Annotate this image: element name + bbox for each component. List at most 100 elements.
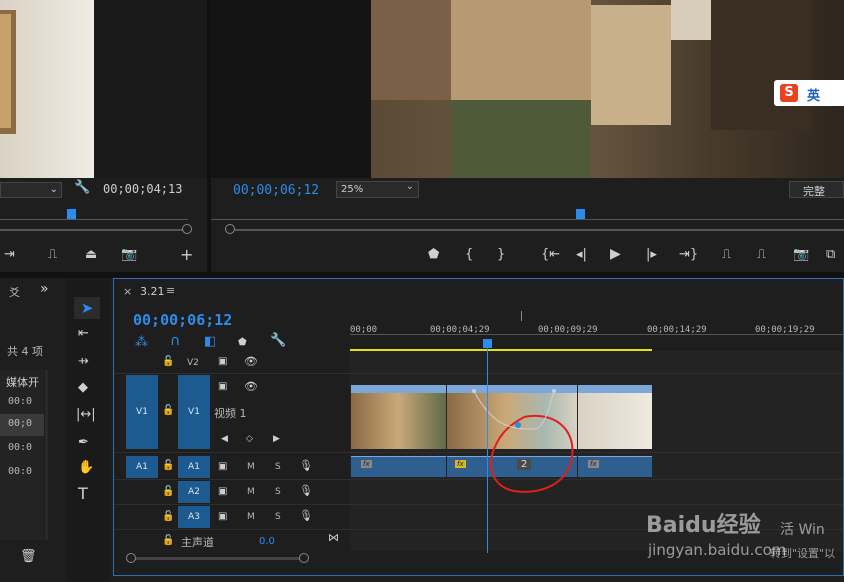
next-keyframe-icon[interactable]: ▶: [273, 432, 280, 446]
source-zoom-bar[interactable]: [0, 229, 190, 231]
microphone-icon[interactable]: 🎙: [299, 509, 313, 523]
lock-icon[interactable]: 🔓: [162, 534, 174, 548]
list-item[interactable]: 00;0: [0, 414, 44, 436]
project-panel: 爻 » 共 4 项 媒体开 00:0 00;0 00:0 00:0 🗑: [0, 278, 62, 582]
list-scrollbar[interactable]: [45, 370, 48, 540]
linked-selection-icon[interactable]: ∩: [170, 333, 180, 349]
lock-icon[interactable]: 🔓: [162, 355, 174, 369]
program-playhead[interactable]: [576, 209, 585, 219]
quality-label: 完整: [803, 185, 825, 198]
program-zoom-handle[interactable]: [225, 224, 235, 234]
microphone-icon[interactable]: 🎙: [299, 459, 313, 473]
panel-expand-icon[interactable]: »: [40, 281, 49, 297]
mute-button[interactable]: M: [247, 462, 255, 472]
wrench-icon[interactable]: 🔧: [74, 181, 90, 195]
video-clip-1[interactable]: fx 3.21.mp4 [V]: [351, 385, 446, 449]
timeline-playhead[interactable]: [483, 339, 492, 348]
slip-icon[interactable]: |↔|: [76, 408, 96, 422]
lift-icon[interactable]: ⏏: [85, 248, 97, 262]
toggle-output-icon[interactable]: ▣: [218, 510, 227, 524]
close-icon[interactable]: ×: [123, 285, 132, 298]
track-select-icon[interactable]: ⇤: [78, 327, 89, 341]
scroll-handle-left[interactable]: [126, 553, 136, 563]
compare-icon[interactable]: ⧉: [826, 248, 835, 262]
step-back-icon[interactable]: ◂|: [576, 248, 587, 262]
toggle-output-icon[interactable]: ▣: [218, 380, 227, 394]
quality-dropdown[interactable]: 完整: [789, 181, 844, 198]
program-timecode[interactable]: 00;00;06;12: [233, 183, 319, 198]
source-patch-a2[interactable]: A2: [178, 481, 210, 503]
toggle-output-icon[interactable]: ▣: [218, 460, 227, 474]
step-forward-icon[interactable]: |▸: [646, 248, 657, 262]
ime-indicator[interactable]: S 英: [774, 80, 844, 106]
toggle-output-icon[interactable]: ▣: [218, 485, 227, 499]
video-clip-3[interactable]: fx 3.21.mp4 [V]: [578, 385, 652, 449]
overwrite-icon[interactable]: ⇥: [4, 248, 15, 262]
mute-button[interactable]: M: [247, 512, 255, 522]
lock-icon[interactable]: 🔓: [162, 485, 174, 499]
scroll-handle-right[interactable]: [299, 553, 309, 563]
list-item[interactable]: 00:0: [0, 438, 44, 460]
audio-clip-3[interactable]: fx: [578, 456, 652, 477]
go-to-end-icon[interactable]: ⋈: [328, 531, 339, 545]
add-marker-icon[interactable]: ⬟: [238, 336, 247, 350]
add-marker-icon[interactable]: ⬟: [428, 248, 439, 262]
toggle-output-icon[interactable]: ▣: [218, 355, 227, 369]
solo-button[interactable]: S: [275, 487, 281, 497]
selection-tool-icon[interactable]: ➤: [74, 297, 100, 319]
snap-icon[interactable]: ⁂: [135, 335, 148, 350]
microphone-icon[interactable]: 🎙: [299, 484, 313, 498]
razor-icon[interactable]: ◆: [78, 381, 88, 395]
program-zoom-bar[interactable]: [235, 229, 844, 231]
timeline-scrollbar[interactable]: [134, 557, 306, 560]
prev-keyframe-icon[interactable]: ◀: [221, 432, 228, 446]
camera-icon[interactable]: 📷: [121, 248, 137, 262]
type-tool-icon[interactable]: T: [78, 486, 88, 502]
source-patch-v1[interactable]: V1: [178, 375, 210, 449]
source-patch-a1[interactable]: A1: [178, 456, 210, 478]
go-to-out-icon[interactable]: ⇥}: [679, 248, 698, 262]
list-item[interactable]: 00:0: [0, 392, 44, 414]
audio-clip-1[interactable]: fx: [351, 456, 446, 477]
add-button-icon[interactable]: +: [180, 247, 193, 263]
insert-overwrite-icon[interactable]: ◧: [204, 334, 216, 349]
lift-icon[interactable]: ⎍: [722, 248, 731, 262]
wrench-icon[interactable]: 🔧: [270, 334, 286, 348]
panel-menu-icon[interactable]: ≡: [166, 284, 175, 297]
source-timecode: 00;00;04;13: [103, 182, 183, 196]
time-ruler[interactable]: 00;00 00;00;04;29 00;00;09;29 00;00;14;2…: [350, 311, 843, 351]
list-item[interactable]: 00:0: [0, 462, 44, 484]
timeline-timecode[interactable]: 00;00;06;12: [133, 311, 232, 329]
track-target-a1[interactable]: A1: [126, 456, 158, 478]
eye-icon[interactable]: 👁: [244, 380, 258, 394]
source-patch-a3[interactable]: A3: [178, 506, 210, 528]
solo-button[interactable]: S: [275, 462, 281, 472]
ripple-edit-icon[interactable]: ⇸: [78, 355, 89, 369]
play-icon[interactable]: ▶: [610, 247, 621, 261]
extract-icon[interactable]: ⎍: [757, 248, 766, 262]
insert-icon[interactable]: ⎍: [48, 248, 57, 262]
program-monitor: S 英 00;00;06;12 25% ⌄ 完整 ⬟ { } {⇤ ◂| ▶ |…: [211, 0, 844, 272]
add-keyframe-icon[interactable]: ◇: [246, 432, 253, 446]
lock-icon[interactable]: 🔓: [162, 459, 174, 473]
source-fit-dropdown[interactable]: ⌄: [0, 182, 62, 198]
camera-icon[interactable]: 📷: [793, 248, 809, 262]
mark-in-icon[interactable]: {: [465, 248, 473, 262]
track-target-v1[interactable]: V1: [126, 375, 158, 449]
solo-button[interactable]: S: [275, 512, 281, 522]
mark-out-icon[interactable]: }: [497, 248, 505, 262]
hand-icon[interactable]: ✋: [78, 461, 94, 475]
go-to-in-icon[interactable]: {⇤: [541, 248, 560, 262]
lock-icon[interactable]: 🔓: [162, 404, 174, 418]
trash-icon[interactable]: 🗑: [20, 550, 37, 564]
eye-icon[interactable]: 👁: [244, 355, 258, 369]
sequence-tab[interactable]: 3.21: [140, 285, 165, 298]
lock-icon[interactable]: 🔓: [162, 510, 174, 524]
source-zoom-handle[interactable]: [182, 224, 192, 234]
zoom-dropdown[interactable]: 25% ⌄: [336, 181, 419, 198]
mute-button[interactable]: M: [247, 487, 255, 497]
pen-icon[interactable]: ✒: [78, 436, 89, 450]
project-tab[interactable]: 爻: [9, 284, 20, 300]
source-playhead[interactable]: [67, 209, 76, 219]
master-volume[interactable]: 0.0: [259, 536, 275, 547]
